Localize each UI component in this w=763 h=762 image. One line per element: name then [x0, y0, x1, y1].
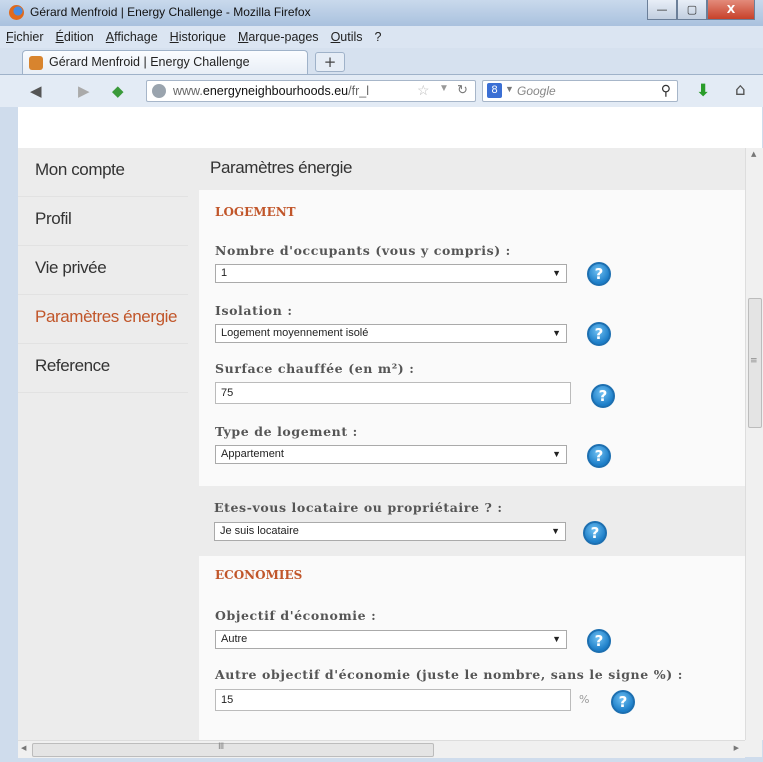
- tab-bar: Gérard Menfroid | Energy Challenge +: [0, 48, 763, 75]
- scrollbar-corner: [745, 740, 762, 757]
- autre-objectif-input[interactable]: 15: [215, 689, 571, 711]
- chevron-down-icon: ▼: [552, 449, 561, 459]
- scroll-right-arrow-icon[interactable]: ▶: [734, 744, 739, 752]
- navigation-toolbar: ◀ ▶ ◆ www.energyneighbourhoods.eu/fr_l ☆…: [0, 75, 763, 108]
- url-dropdown-icon[interactable]: ▼: [439, 83, 449, 94]
- isolation-value: Logement moyennement isolé: [221, 327, 369, 339]
- firefox-logo-icon: [9, 5, 24, 20]
- economies-panel: ECONOMIES Objectif d'économie : Autre ▼ …: [199, 556, 745, 740]
- menu-bar: Fichier Édition Affichage Historique Mar…: [0, 26, 763, 48]
- bookmark-star-icon[interactable]: ☆: [417, 82, 430, 99]
- reload-icon[interactable]: ↻: [457, 82, 468, 98]
- forward-arrow-icon[interactable]: ▶: [78, 82, 90, 100]
- statut-label: Etes-vous locataire ou propriétaire ? :: [214, 500, 503, 515]
- horizontal-scrollbar[interactable]: ◀ Ⅲ ▶: [18, 740, 745, 758]
- search-placeholder: Google: [517, 84, 556, 98]
- autre-objectif-value: 15: [221, 694, 234, 706]
- objectif-help-icon[interactable]: ?: [587, 629, 611, 653]
- surface-input[interactable]: 75: [215, 382, 571, 404]
- minimize-button[interactable]: —: [647, 0, 677, 20]
- scroll-up-arrow-icon[interactable]: ▲: [751, 150, 756, 158]
- objectif-select[interactable]: Autre ▼: [215, 630, 567, 649]
- percent-sign: %: [579, 693, 590, 706]
- chevron-down-icon: ▼: [552, 328, 561, 338]
- menu-affichage[interactable]: Affichage: [106, 30, 158, 44]
- window-title: Gérard Menfroid | Energy Challenge - Moz…: [30, 5, 311, 19]
- addon-icon[interactable]: ◆: [112, 82, 124, 100]
- page-top-strip: [18, 107, 762, 148]
- isolation-help-icon[interactable]: ?: [587, 322, 611, 346]
- isolation-select[interactable]: Logement moyennement isolé ▼: [215, 324, 567, 343]
- objectif-value: Autre: [221, 633, 248, 645]
- menu-help[interactable]: ?: [375, 30, 382, 44]
- vertical-scrollbar[interactable]: ▲ ≡: [745, 148, 763, 740]
- type-logement-help-icon[interactable]: ?: [587, 444, 611, 468]
- menu-fichier[interactable]: Fichier: [6, 30, 44, 44]
- maximize-button[interactable]: ▢: [677, 0, 707, 20]
- chevron-down-icon: ▼: [552, 268, 561, 278]
- type-logement-label: Type de logement :: [215, 424, 358, 439]
- home-icon[interactable]: ⌂: [735, 80, 746, 100]
- search-engine-dropdown-icon[interactable]: ▼: [505, 84, 514, 94]
- page-content: Mon compte Profil Vie privée Paramètres …: [18, 148, 745, 740]
- statut-help-icon[interactable]: ?: [583, 521, 607, 545]
- statut-select[interactable]: Je suis locataire ▼: [214, 522, 566, 541]
- tab-energy-challenge[interactable]: Gérard Menfroid | Energy Challenge: [22, 50, 308, 74]
- search-engine-icon[interactable]: 8: [487, 83, 502, 98]
- sidebar-item-reference[interactable]: Reference: [18, 344, 188, 393]
- sidebar-item-mon-compte[interactable]: Mon compte: [18, 148, 188, 197]
- scroll-grip-icon: Ⅲ: [218, 742, 225, 752]
- menu-historique[interactable]: Historique: [170, 30, 226, 44]
- surface-label: Surface chauffée (en m²) :: [215, 361, 415, 376]
- occupants-value: 1: [221, 267, 228, 279]
- sidebar-item-profil[interactable]: Profil: [18, 197, 188, 246]
- chevron-down-icon: ▼: [552, 634, 561, 644]
- scroll-left-arrow-icon[interactable]: ◀: [21, 744, 26, 752]
- logement-section-title: LOGEMENT: [215, 205, 296, 219]
- autre-objectif-help-icon[interactable]: ?: [611, 690, 635, 714]
- window-frame-left: [0, 107, 18, 762]
- menu-edition[interactable]: Édition: [56, 30, 94, 44]
- menu-marque-pages[interactable]: Marque-pages: [238, 30, 319, 44]
- occupants-help-icon[interactable]: ?: [587, 262, 611, 286]
- chevron-down-icon: ▼: [551, 526, 560, 536]
- page-title: Paramètres énergie: [210, 158, 353, 177]
- objectif-label: Objectif d'économie :: [215, 608, 377, 623]
- horizontal-scroll-thumb[interactable]: [32, 743, 434, 757]
- logement-panel: LOGEMENT Nombre d'occupants (vous y comp…: [199, 190, 745, 486]
- occupants-select[interactable]: 1 ▼: [215, 264, 567, 283]
- tab-label: Gérard Menfroid | Energy Challenge: [49, 55, 250, 69]
- type-logement-select[interactable]: Appartement ▼: [215, 445, 567, 464]
- close-button[interactable]: X: [707, 0, 755, 20]
- url-bar[interactable]: www.energyneighbourhoods.eu/fr_l ☆ ▼ ↻: [146, 80, 476, 102]
- search-bar[interactable]: 8 ▼ Google ⚲: [482, 80, 678, 102]
- statut-panel: Etes-vous locataire ou propriétaire ? : …: [199, 486, 745, 556]
- surface-value: 75: [221, 387, 234, 399]
- economies-section-title: ECONOMIES: [215, 568, 303, 582]
- sidebar-item-vie-privee[interactable]: Vie privée: [18, 246, 188, 295]
- settings-sidebar: Mon compte Profil Vie privée Paramètres …: [18, 148, 188, 393]
- window-controls: — ▢ X: [647, 0, 755, 20]
- download-icon[interactable]: ⬇: [696, 81, 710, 101]
- sidebar-item-parametres-energie[interactable]: Paramètres énergie: [18, 295, 188, 344]
- isolation-label: Isolation :: [215, 303, 293, 318]
- site-favicon-icon: [29, 56, 43, 70]
- url-text: www.energyneighbourhoods.eu/fr_l: [173, 84, 369, 98]
- globe-icon: [152, 84, 166, 98]
- autre-objectif-label: Autre objectif d'économie (juste le nomb…: [215, 667, 683, 682]
- search-icon[interactable]: ⚲: [661, 82, 671, 99]
- statut-value: Je suis locataire: [220, 525, 299, 537]
- menu-outils[interactable]: Outils: [331, 30, 363, 44]
- back-arrow-icon[interactable]: ◀: [30, 82, 42, 100]
- surface-help-icon[interactable]: ?: [591, 384, 615, 408]
- occupants-label: Nombre d'occupants (vous y compris) :: [215, 243, 511, 258]
- title-bar: Gérard Menfroid | Energy Challenge - Moz…: [0, 0, 763, 26]
- type-logement-value: Appartement: [221, 448, 284, 460]
- scroll-grip-icon: ≡: [750, 356, 758, 366]
- new-tab-button[interactable]: +: [315, 52, 345, 72]
